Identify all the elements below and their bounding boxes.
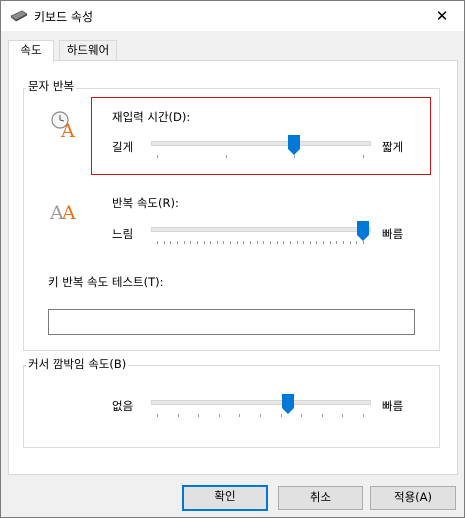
cursor-blink-min-label: 없음 — [112, 399, 134, 413]
repeat-delay-label: 재입력 시간(D): — [112, 110, 191, 124]
tab-hardware[interactable]: 하드웨어 — [59, 40, 117, 62]
repeat-delay-slider-track[interactable] — [151, 141, 371, 146]
cursor-blink-group — [23, 365, 440, 448]
repeat-delay-min-label: 길게 — [112, 140, 134, 154]
repeat-rate-slider-tick — [350, 241, 351, 244]
repeat-rate-slider-tick — [263, 241, 264, 244]
repeat-rate-slider-tick — [277, 241, 278, 244]
repeat-rate-slider-tick — [297, 241, 298, 244]
cursor-blink-group-title: 커서 깜박임 속도(B) — [26, 356, 129, 372]
char-repeat-group-title: 문자 반복 — [26, 78, 76, 94]
repeat-delay-slider-tick — [157, 155, 158, 158]
repeat-test-label: 키 반복 속도 테스트(T): — [48, 275, 164, 289]
repeat-rate-slider-tick — [237, 241, 238, 244]
cursor-blink-slider-tick — [260, 414, 261, 417]
repeat-delay-icon: A — [51, 111, 75, 139]
repeat-rate-slider-tick — [230, 241, 231, 244]
cursor-blink-slider-tick — [281, 414, 282, 417]
cancel-button[interactable]: 취소 — [278, 486, 363, 510]
cursor-blink-slider-tick — [178, 414, 179, 417]
tab-speed[interactable]: 속도 — [8, 40, 54, 63]
repeat-rate-slider-tick — [177, 241, 178, 244]
repeat-rate-slider-tick — [356, 241, 357, 244]
cursor-blink-slider-tick — [342, 414, 343, 417]
cursor-blink-max-label: 빠름 — [382, 399, 404, 413]
repeat-rate-icon: A A — [50, 202, 76, 223]
repeat-rate-max-label: 빠름 — [382, 227, 404, 241]
repeat-rate-slider-tick — [204, 241, 205, 244]
repeat-rate-slider-tick — [270, 241, 271, 244]
repeat-rate-min-label: 느림 — [112, 227, 134, 241]
repeat-rate-slider-tick — [310, 241, 311, 244]
ok-button[interactable]: 확인 — [182, 485, 268, 511]
repeat-rate-slider-tick — [223, 241, 224, 244]
repeat-rate-slider-tick — [330, 241, 331, 244]
repeat-rate-slider-tick — [184, 241, 185, 244]
repeat-rate-slider-tick — [197, 241, 198, 244]
svg-text:A: A — [60, 120, 75, 139]
window-title: 키보드 속성 — [34, 10, 94, 24]
repeat-rate-slider-tick — [283, 241, 284, 244]
repeat-rate-slider-tick — [336, 241, 337, 244]
repeat-rate-slider-tick — [164, 241, 165, 244]
repeat-rate-slider-tick — [303, 241, 304, 244]
repeat-rate-slider-tick — [170, 241, 171, 244]
cursor-blink-slider-track[interactable] — [151, 400, 371, 405]
cursor-blink-slider-tick — [198, 414, 199, 417]
repeat-rate-slider-tick — [157, 241, 158, 244]
title-bar[interactable]: 키보드 속성 ✕ — [1, 1, 464, 31]
apply-button[interactable]: 적용(A) — [370, 486, 456, 510]
repeat-rate-slider-tick — [323, 241, 324, 244]
cursor-blink-slider-tick — [157, 414, 158, 417]
repeat-rate-slider-tick — [210, 241, 211, 244]
repeat-rate-slider-track[interactable] — [151, 227, 371, 232]
cursor-blink-slider-tick — [322, 414, 323, 417]
cursor-blink-slider-tick — [363, 414, 364, 417]
repeat-rate-slider-tick — [343, 241, 344, 244]
cursor-blink-slider-tick — [239, 414, 240, 417]
repeat-rate-slider-tick — [316, 241, 317, 244]
svg-text:A: A — [61, 202, 76, 223]
repeat-delay-slider-tick — [363, 155, 364, 158]
cursor-blink-slider-tick — [301, 414, 302, 417]
repeat-rate-slider-tick — [243, 241, 244, 244]
repeat-rate-slider-tick — [257, 241, 258, 244]
repeat-rate-slider-tick — [363, 241, 364, 244]
repeat-rate-slider-tick — [290, 241, 291, 244]
repeat-delay-slider-tick — [226, 155, 227, 158]
repeat-delay-slider-tick — [294, 155, 295, 158]
cursor-blink-slider-thumb[interactable] — [282, 394, 294, 414]
close-button[interactable]: ✕ — [424, 3, 460, 29]
repeat-rate-slider-thumb[interactable] — [357, 221, 369, 241]
repeat-delay-max-label: 짧게 — [382, 140, 404, 154]
repeat-rate-slider-tick — [217, 241, 218, 244]
repeat-rate-slider-tick — [250, 241, 251, 244]
repeat-test-input[interactable] — [48, 309, 415, 335]
repeat-rate-slider-tick — [190, 241, 191, 244]
repeat-delay-slider-thumb[interactable] — [288, 135, 300, 155]
keyboard-icon — [10, 10, 28, 22]
repeat-rate-label: 반복 속도(R): — [112, 196, 179, 210]
cursor-blink-slider-tick — [219, 414, 220, 417]
